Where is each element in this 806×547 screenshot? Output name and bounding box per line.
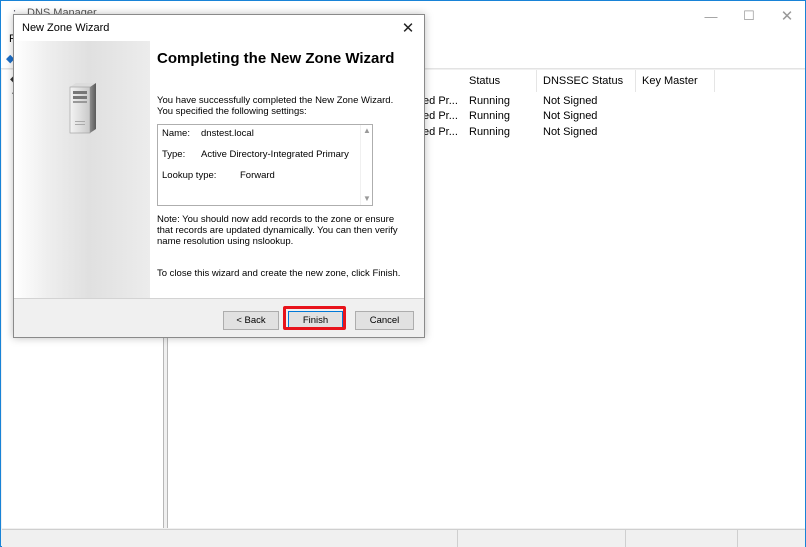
setting-label: Name: [162, 128, 190, 139]
status-divider [737, 530, 738, 547]
wizard-body: Completing the New Zone Wizard You have … [14, 41, 424, 298]
cancel-button[interactable]: Cancel [355, 311, 414, 330]
settings-summary-box[interactable]: Name: dnstest.local Type: Active Directo… [157, 124, 373, 206]
cell-dnssec: Not Signed [543, 126, 598, 138]
finish-highlight-box [283, 306, 346, 330]
scroll-up-icon[interactable]: ▲ [363, 127, 371, 135]
wizard-intro-text: You have successfully completed the New … [157, 95, 394, 117]
wizard-close-instruction: To close this wizard and create the new … [157, 268, 401, 279]
dialog-divider [14, 298, 424, 299]
server-icon [69, 83, 96, 134]
minimize-button[interactable]: — [691, 3, 731, 29]
back-button[interactable]: < Back [223, 311, 279, 330]
setting-value: Forward [240, 170, 275, 181]
setting-label: Type: [162, 149, 186, 160]
cell-status: Running [469, 95, 510, 107]
settings-scrollbar[interactable]: ▲ ▼ [360, 125, 372, 205]
close-icon[interactable]: ✕ [396, 17, 420, 39]
column-header-dnssec[interactable]: DNSSEC Status [537, 70, 636, 92]
cell-type: ted Pr... [420, 126, 458, 138]
cell-status: Running [469, 126, 510, 138]
setting-value: Active Directory-Integrated Primary [201, 149, 349, 160]
new-zone-wizard-dialog: New Zone Wizard ✕ Completing the New Zon… [13, 14, 425, 338]
cell-type: ted Pr... [420, 110, 458, 122]
window-close-button[interactable]: ✕ [767, 3, 806, 29]
status-divider [457, 530, 458, 547]
setting-label: Lookup type: [162, 170, 217, 181]
cell-dnssec: Not Signed [543, 95, 598, 107]
cell-dnssec: Not Signed [543, 110, 598, 122]
maximize-button[interactable]: ☐ [729, 3, 769, 29]
setting-value: dnstest.local [201, 128, 254, 139]
cell-type: ted Pr... [420, 95, 458, 107]
column-header-status[interactable]: Status [463, 70, 537, 92]
scroll-down-icon[interactable]: ▼ [363, 195, 371, 203]
status-bar [2, 529, 805, 547]
wizard-heading: Completing the New Zone Wizard [157, 50, 395, 67]
status-divider [625, 530, 626, 547]
wizard-watermark [14, 41, 150, 298]
dialog-title: New Zone Wizard [22, 22, 110, 34]
column-header-key-master[interactable]: Key Master [636, 70, 715, 92]
wizard-note-text: Note: You should now add records to the … [157, 214, 398, 247]
dialog-titlebar: New Zone Wizard ✕ [14, 15, 424, 41]
cell-status: Running [469, 110, 510, 122]
